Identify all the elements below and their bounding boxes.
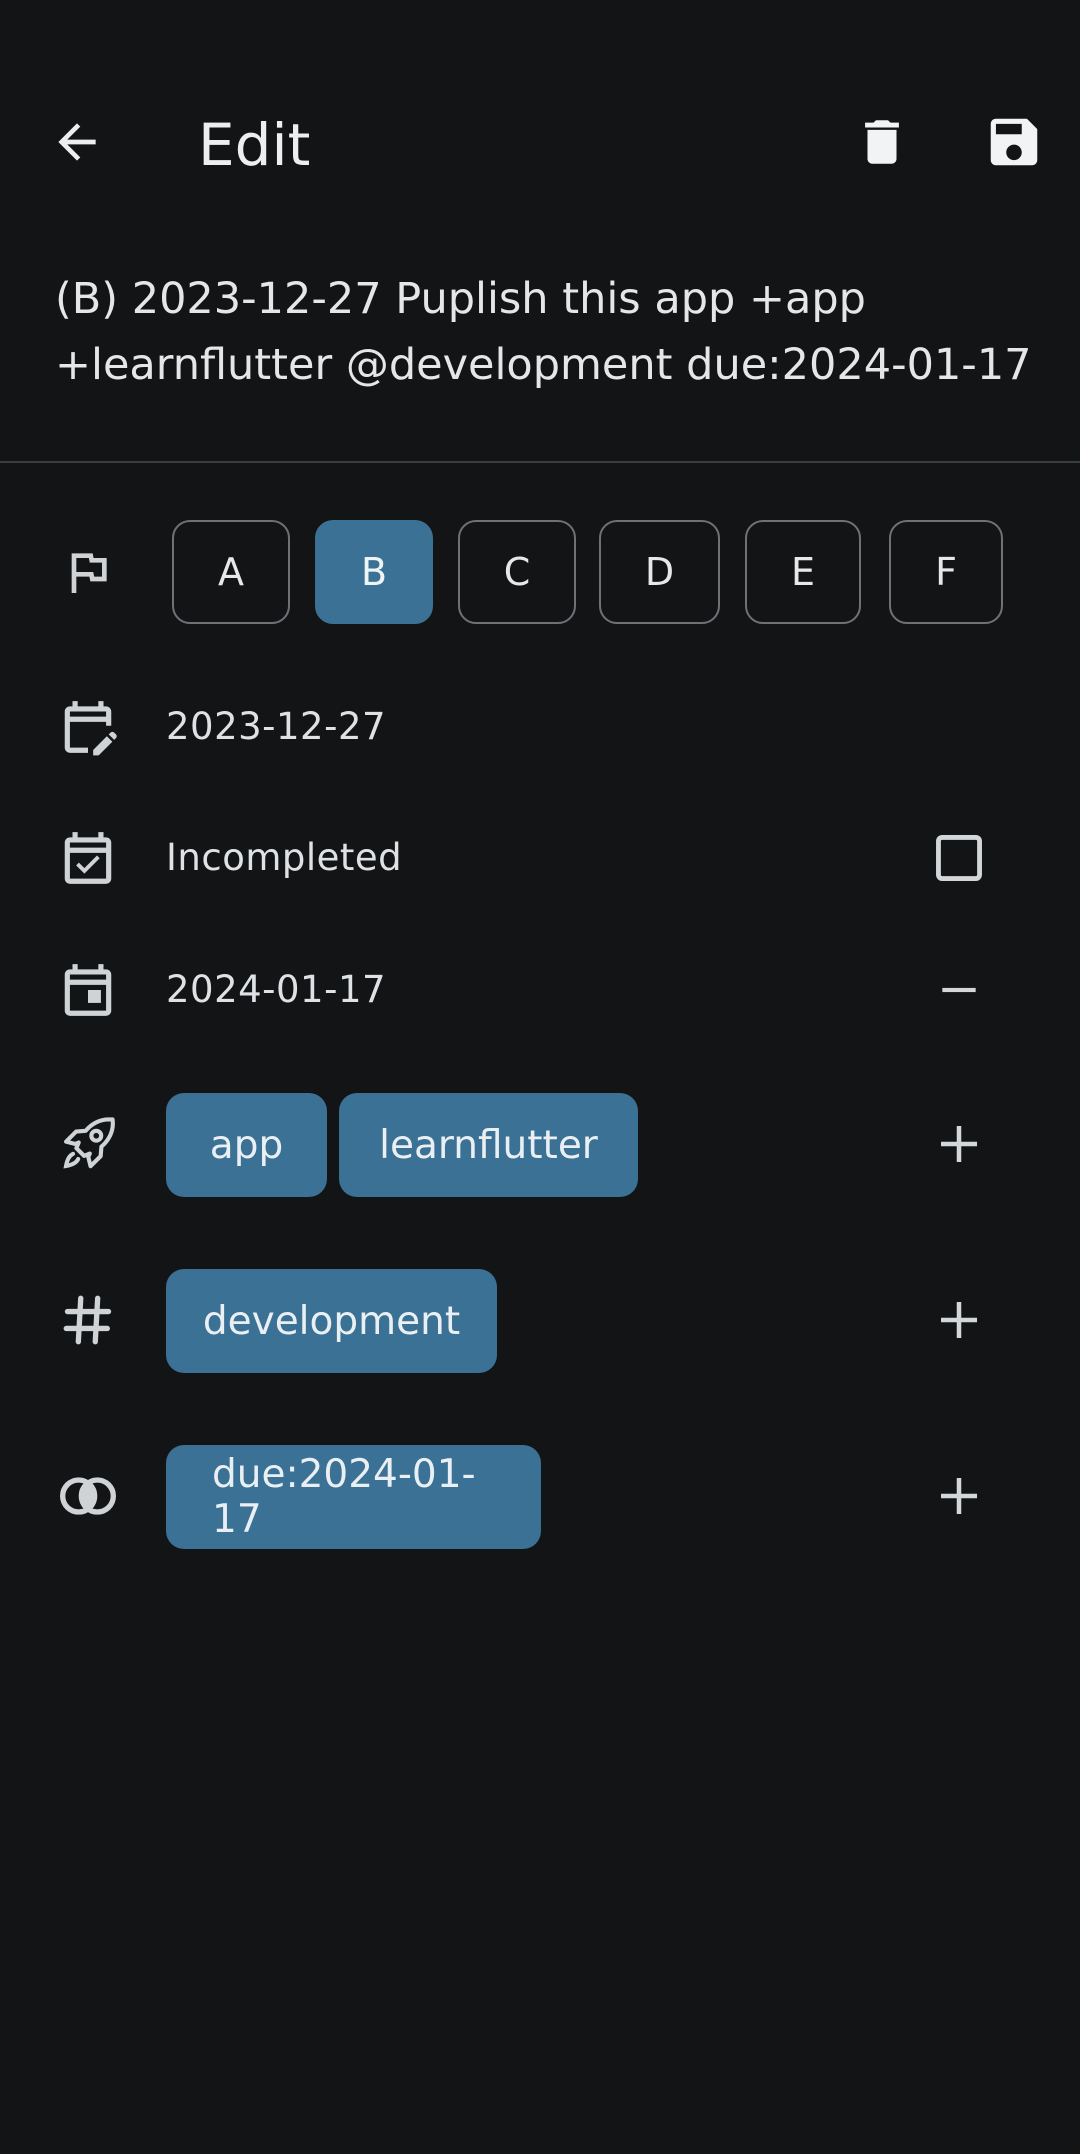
flag-icon: [55, 539, 121, 605]
todo-raw-text-field[interactable]: (B) 2023-12-27 Puplish this app +app +le…: [55, 266, 1055, 398]
priority-option-d[interactable]: D: [599, 520, 720, 624]
delete-button[interactable]: [842, 102, 922, 182]
plus-icon: [941, 1478, 977, 1514]
priority-option-f[interactable]: F: [889, 520, 1003, 624]
save-button[interactable]: [974, 102, 1054, 182]
plus-icon: [941, 1126, 977, 1162]
project-chip-learnflutter[interactable]: learnflutter: [339, 1093, 638, 1197]
hashtag-icon: [55, 1287, 121, 1353]
project-chip-app[interactable]: app: [166, 1093, 327, 1197]
calendar-edit-icon: [55, 694, 121, 760]
back-button[interactable]: [37, 102, 117, 182]
todo-raw-line: +learnflutter @development due:2024-01-1…: [55, 340, 1032, 390]
add-project-button[interactable]: [919, 1104, 999, 1184]
remove-due-date-button[interactable]: [919, 950, 999, 1030]
completion-status: Incompleted: [166, 836, 403, 879]
save-icon: [990, 118, 1038, 166]
priority-option-e[interactable]: E: [745, 520, 861, 624]
minus-icon: [942, 987, 976, 993]
trash-icon: [865, 120, 899, 164]
key-value-chip-due[interactable]: due:2024-01-17: [166, 1445, 541, 1549]
context-chip-development[interactable]: development: [166, 1269, 497, 1373]
calendar-check-icon: [55, 825, 121, 891]
due-date-value[interactable]: 2024-01-17: [166, 965, 386, 1015]
app-bar: Edit: [0, 90, 1080, 200]
add-context-button[interactable]: [919, 1280, 999, 1360]
completion-checkbox[interactable]: [919, 818, 999, 898]
priority-option-b[interactable]: B: [315, 520, 433, 624]
checkbox-icon: [936, 835, 982, 881]
todo-raw-line: (B) 2023-12-27 Puplish this app +app: [55, 274, 866, 324]
divider: [0, 461, 1080, 463]
edit-screen: Edit (B) 2023-12-27 Puplish this app +ap…: [0, 0, 1080, 2154]
page-title: Edit: [198, 111, 311, 179]
calendar-today-icon: [55, 957, 121, 1023]
priority-option-c[interactable]: C: [458, 520, 576, 624]
creation-date-value[interactable]: 2023-12-27: [166, 702, 386, 752]
rocket-icon: [55, 1111, 121, 1177]
plus-icon: [941, 1302, 977, 1338]
rings-icon: [55, 1463, 121, 1529]
priority-option-a[interactable]: A: [172, 520, 290, 624]
arrow-back-icon: [58, 123, 96, 161]
add-key-value-button[interactable]: [919, 1456, 999, 1536]
